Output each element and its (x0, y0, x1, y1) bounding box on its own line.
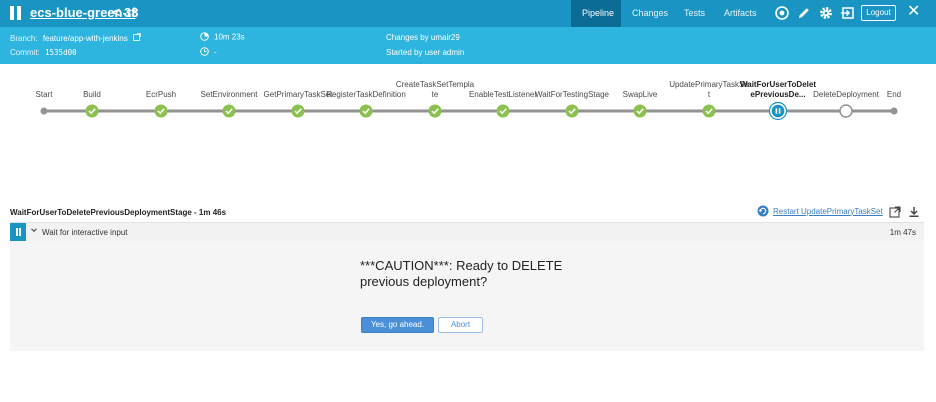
step-name: Wait for interactive input (42, 228, 128, 237)
caution-message: ***CAUTION***: Ready to DELETE previous … (360, 258, 620, 290)
external-link-icon[interactable] (133, 33, 141, 43)
download-icon[interactable] (908, 205, 920, 217)
changes-info: Changes by umair29 (386, 33, 460, 42)
paused-status-icon (10, 6, 22, 20)
chevron-down-icon[interactable] (30, 226, 38, 236)
stage-success-icon[interactable] (565, 104, 579, 118)
stage-success-icon[interactable] (154, 104, 168, 118)
stage-label[interactable]: RegisterTaskDefinition (326, 90, 406, 100)
branch-label: Branch: (10, 34, 38, 43)
caution-line-1: ***CAUTION***: Ready to DELETE (360, 258, 563, 273)
run-info-band: Branch: feature/app-with-jenkins Commit:… (0, 27, 936, 64)
tab-pipeline[interactable]: Pipeline (571, 0, 621, 27)
open-in-new-window-icon[interactable] (889, 205, 901, 218)
commit-info: Commit: 1535d00 (10, 48, 77, 57)
gear-icon[interactable] (818, 5, 834, 21)
close-icon[interactable]: ✕ (907, 3, 920, 21)
stage-label[interactable]: EnableTestListener (463, 90, 543, 100)
proceed-button[interactable]: Yes, go ahead. (361, 317, 434, 333)
exit-icon[interactable] (840, 5, 856, 21)
restart-stage-link[interactable]: Restart UpdatePrimaryTaskSet (773, 207, 883, 216)
pipeline-start-node (40, 107, 48, 115)
stage-label[interactable]: SwapLive (600, 90, 680, 100)
step-title: WaitForUserToDeletePreviousDeploymentSta… (10, 208, 227, 217)
commit-hash: 1535d00 (45, 48, 77, 57)
step-row[interactable]: Wait for interactive input 1m 47s (10, 222, 924, 241)
hourglass-icon (200, 32, 209, 43)
input-request-panel: ***CAUTION***: Ready to DELETE previous … (10, 241, 924, 351)
caution-line-2: previous deployment? (360, 274, 488, 289)
stage-label[interactable]: UpdatePrimaryTaskSet (669, 80, 749, 100)
pipeline-graph-svg (40, 101, 898, 121)
duration-info: 10m 23s (200, 32, 245, 43)
stage-success-icon[interactable] (428, 104, 442, 118)
tab-tests[interactable]: Tests (673, 0, 713, 27)
stage-success-icon[interactable] (291, 104, 305, 118)
branch-info: Branch: feature/app-with-jenkins (10, 33, 141, 43)
stage-success-icon[interactable] (702, 104, 716, 118)
stage-success-icon[interactable] (496, 104, 510, 118)
edit-pencil-icon[interactable] (796, 5, 812, 21)
top-header-bar: ecs-blue-green-tf < 33 Pipeline Changes … (0, 0, 936, 27)
started-info: Started by user admin (386, 48, 465, 57)
chevron-left-icon: < (112, 4, 121, 20)
commit-label: Commit: (10, 48, 40, 57)
stage-not-built-icon[interactable] (839, 104, 853, 118)
tab-changes[interactable]: Changes (621, 0, 673, 27)
logout-button[interactable]: Logout (861, 5, 896, 21)
pipeline-end-node (890, 107, 898, 115)
tab-bar: Pipeline Changes Tests Artifacts (571, 0, 771, 27)
restart-icon[interactable] (757, 205, 769, 217)
stage-paused-icon[interactable] (768, 101, 788, 121)
stage-success-icon[interactable] (633, 104, 647, 118)
run-number: 33 (124, 5, 139, 20)
paused-step-icon (10, 223, 26, 241)
tab-artifacts[interactable]: Artifacts (713, 0, 771, 27)
finished-info: - (200, 47, 217, 58)
duration-value: 10m 23s (214, 32, 245, 42)
stage-label[interactable]: End (854, 90, 934, 100)
abort-button[interactable]: Abort (438, 317, 483, 333)
finished-value: - (214, 47, 217, 57)
branch-link[interactable]: feature/app-with-jenkins (43, 34, 128, 43)
pipeline-graph: Start Build EcrPush SetEnvironment GetPrimar… (0, 64, 936, 144)
stage-label[interactable]: Build (52, 90, 132, 100)
step-duration: 1m 47s (889, 228, 916, 237)
replay-icon[interactable] (774, 5, 790, 21)
stage-label[interactable]: SetEnvironment (189, 90, 269, 100)
stage-success-icon[interactable] (85, 104, 99, 118)
clock-icon (200, 47, 209, 58)
stage-success-icon[interactable] (222, 104, 236, 118)
restart-stage-control[interactable]: Restart UpdatePrimaryTaskSet (757, 205, 883, 217)
stage-success-icon[interactable] (359, 104, 373, 118)
